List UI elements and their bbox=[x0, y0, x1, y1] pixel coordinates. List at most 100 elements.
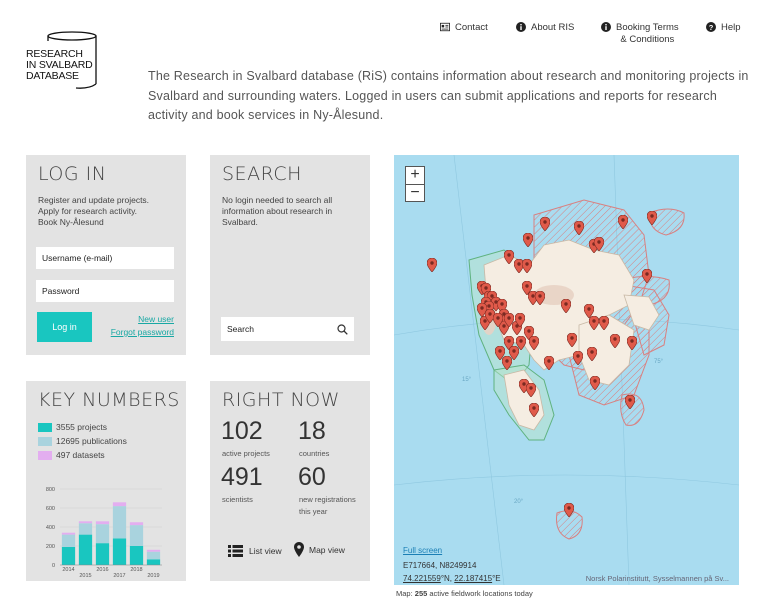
map-coordinates-latlon: 74.221559°N, 22.187415°E bbox=[403, 574, 501, 583]
y-tick-label: 200 bbox=[46, 544, 55, 550]
map-view-label: Map view bbox=[309, 544, 345, 555]
legend-swatch-datasets bbox=[38, 450, 52, 460]
graticule-label-15: 15° bbox=[462, 377, 472, 383]
bar-datasets bbox=[146, 549, 161, 552]
legend-publications-label: 12695 publications bbox=[56, 436, 127, 446]
bar-datasets bbox=[95, 521, 110, 525]
nav-help-label: Help bbox=[721, 22, 741, 33]
active-projects-label: active projects bbox=[222, 449, 270, 458]
bar-publications bbox=[146, 551, 161, 560]
countries-value: 18 bbox=[298, 417, 326, 445]
login-desc-3: Book Ny-Ålesund bbox=[38, 217, 104, 227]
x-tick-label: 2015 bbox=[79, 573, 91, 579]
key-numbers-title: KEY NUMBERS bbox=[38, 389, 180, 411]
map-coordinates-utm: E717664, N8249914 bbox=[403, 561, 477, 570]
contact-card-icon bbox=[440, 22, 450, 32]
map-caption-prefix: Map: bbox=[396, 589, 413, 598]
nav-contact[interactable]: Contact bbox=[440, 22, 488, 34]
search-title: SEARCH bbox=[222, 163, 302, 185]
help-icon: ? bbox=[706, 22, 716, 32]
info-icon bbox=[601, 22, 611, 32]
bar-projects bbox=[146, 559, 161, 565]
bar-publications bbox=[129, 525, 144, 546]
bar-datasets bbox=[129, 522, 144, 526]
login-desc-2: Apply for research activity. bbox=[38, 206, 138, 216]
search-icon[interactable] bbox=[337, 323, 348, 335]
username-input[interactable]: Username (e-mail) bbox=[36, 247, 174, 269]
forgot-password-link[interactable]: Forgot password bbox=[111, 327, 174, 337]
nav-booking-terms-label: Booking Terms & Conditions bbox=[616, 22, 679, 46]
legend-datasets-label: 497 datasets bbox=[56, 450, 105, 460]
search-desc-2: information about research in bbox=[222, 206, 333, 216]
bar-publications bbox=[78, 523, 93, 535]
nav-booking-line-1: Booking Terms bbox=[616, 22, 679, 33]
right-now-title: RIGHT NOW bbox=[222, 389, 340, 411]
zoom-out-button[interactable]: − bbox=[405, 184, 425, 202]
y-tick-label: 400 bbox=[46, 525, 55, 531]
map-view[interactable]: 75° 15° 20° + − Full screen E717664, N82… bbox=[394, 155, 739, 585]
x-tick-label: 2014 bbox=[62, 567, 74, 573]
legend-projects: 3555 projects bbox=[38, 422, 107, 432]
search-desc-1: No login needed to search all bbox=[222, 195, 333, 205]
bar-projects bbox=[129, 546, 144, 565]
bar-projects bbox=[112, 538, 127, 565]
map-longitude[interactable]: 22.187415 bbox=[454, 574, 492, 583]
search-input[interactable]: Search bbox=[221, 317, 354, 341]
key-numbers-panel: KEY NUMBERS 3555 projects 12695 publicat… bbox=[26, 381, 186, 581]
map-attribution: Norsk Polarinstitutt, Sysselmannen på Sv… bbox=[585, 574, 729, 583]
legend-datasets: 497 datasets bbox=[38, 450, 105, 460]
map-latitude-suffix: °N, bbox=[440, 574, 453, 583]
zoom-in-button[interactable]: + bbox=[405, 166, 425, 184]
bar-projects bbox=[95, 543, 110, 565]
map-caption-suffix: active fieldwork locations today bbox=[429, 589, 533, 598]
location-pin-icon[interactable] bbox=[523, 233, 533, 247]
map-pin-icon bbox=[294, 542, 304, 557]
top-navigation: Contact About RIS Booking Terms & Conditi… bbox=[425, 22, 750, 54]
bar-datasets bbox=[78, 521, 93, 524]
nav-help[interactable]: ? Help bbox=[706, 22, 741, 34]
y-tick-label: 800 bbox=[46, 487, 55, 493]
nav-about-label: About RIS bbox=[531, 22, 575, 33]
right-now-panel: RIGHT NOW 102 active projects 18 countri… bbox=[210, 381, 370, 581]
bar-projects bbox=[78, 534, 93, 565]
registrations-label-1: new registrations bbox=[299, 495, 356, 504]
intro-text: The Research in Svalbard database (RiS) … bbox=[148, 69, 749, 122]
graticule-label-75: 75° bbox=[654, 359, 664, 365]
search-panel: SEARCH No login needed to search all inf… bbox=[210, 155, 370, 355]
search-desc-3: Svalbard. bbox=[222, 217, 258, 227]
nav-booking-line-2: & Conditions bbox=[620, 34, 675, 45]
y-tick-label: 0 bbox=[52, 563, 55, 569]
logo-line-3: DATABASE bbox=[26, 70, 79, 82]
key-numbers-chart: 0 200 400 600 800 2014 2015 2016 2017 2018 2019 bbox=[46, 487, 162, 579]
new-user-link[interactable]: New user bbox=[138, 314, 174, 324]
bar-publications bbox=[61, 534, 76, 547]
full-screen-link[interactable]: Full screen bbox=[403, 546, 442, 555]
graticule-label-20: 20° bbox=[514, 499, 524, 505]
legend-projects-label: 3555 projects bbox=[56, 422, 108, 432]
list-view-label: List view bbox=[249, 546, 282, 556]
logo[interactable]: RESEARCH IN SVALBARD DATABASE bbox=[24, 28, 104, 90]
info-icon bbox=[516, 22, 526, 32]
x-tick-label: 2016 bbox=[96, 567, 108, 573]
legend-publications: 12695 publications bbox=[38, 436, 127, 446]
map-latitude[interactable]: 74.221559 bbox=[403, 574, 441, 583]
list-view-button[interactable]: List view bbox=[228, 545, 282, 557]
nav-about[interactable]: About RIS bbox=[516, 22, 574, 34]
x-tick-label: 2017 bbox=[113, 573, 125, 579]
scientists-value: 491 bbox=[221, 463, 263, 491]
login-title: LOG IN bbox=[38, 163, 107, 185]
svg-text:?: ? bbox=[709, 23, 714, 32]
bar-publications bbox=[95, 524, 110, 544]
map-view-button[interactable]: Map view bbox=[294, 542, 345, 557]
password-input[interactable]: Password bbox=[36, 280, 174, 302]
login-button[interactable]: Log in bbox=[37, 312, 92, 342]
registrations-label-2: this year bbox=[299, 507, 328, 516]
map-longitude-suffix: °E bbox=[492, 574, 501, 583]
legend-swatch-projects bbox=[38, 422, 52, 432]
login-desc-1: Register and update projects. bbox=[38, 195, 150, 205]
active-projects-value: 102 bbox=[221, 417, 263, 445]
nav-booking-terms[interactable]: Booking Terms & Conditions bbox=[601, 22, 679, 46]
svalbard-map[interactable]: 75° 15° 20° bbox=[394, 155, 739, 585]
location-pin-icon[interactable] bbox=[427, 258, 437, 272]
x-tick-label: 2018 bbox=[130, 567, 142, 573]
